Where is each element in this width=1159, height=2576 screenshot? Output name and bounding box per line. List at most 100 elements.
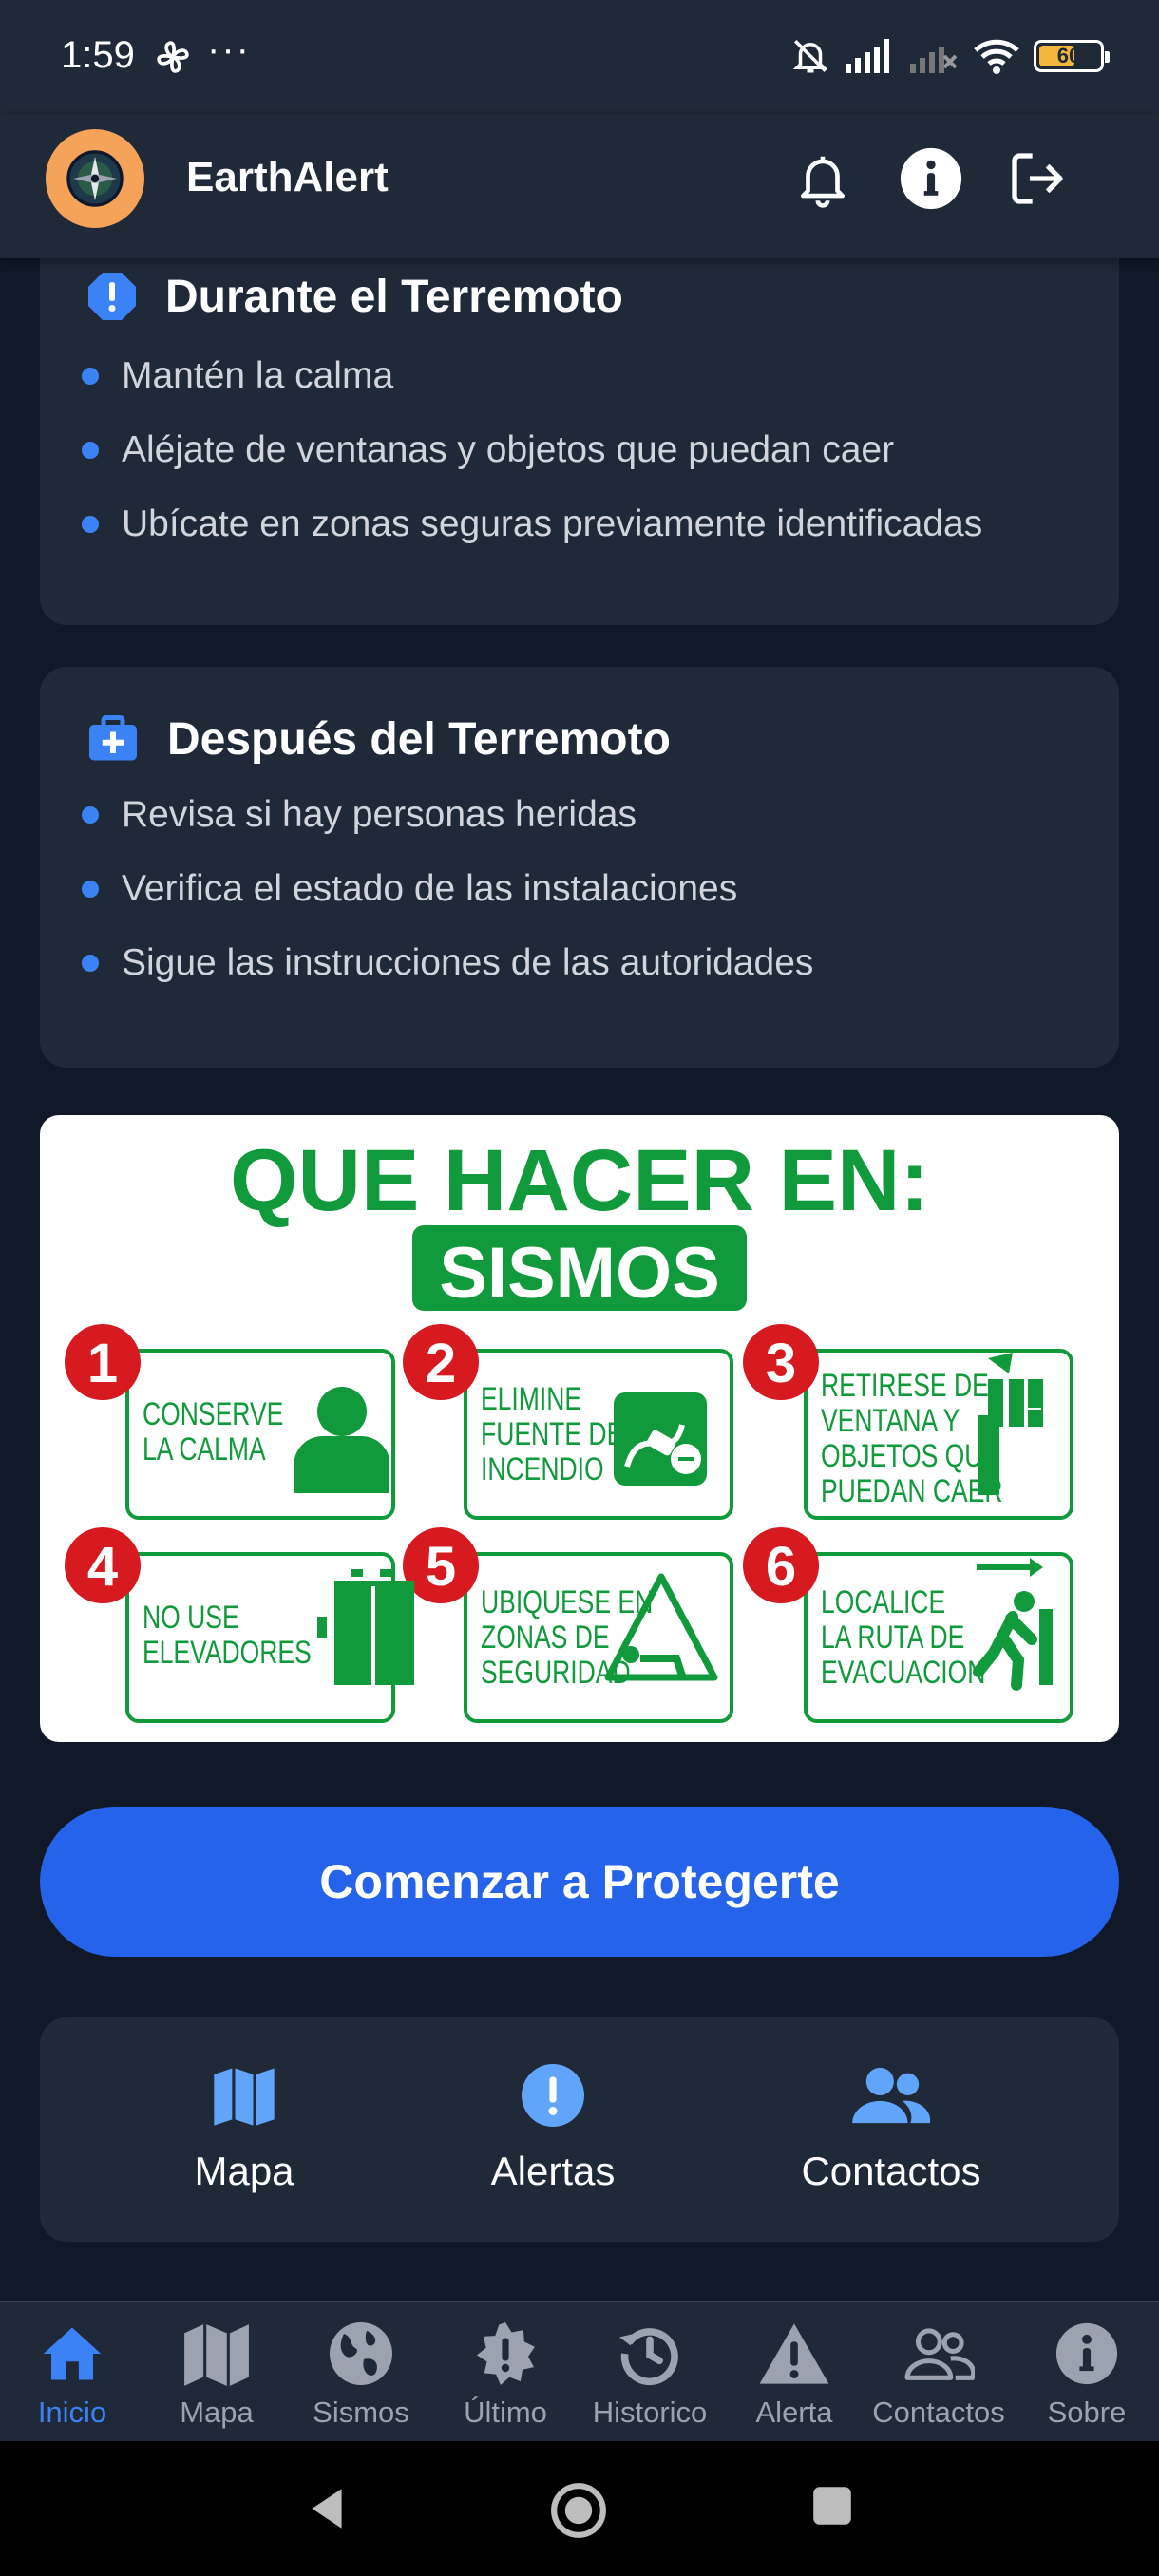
list-item: Sigue las instrucciones de las autoridad… xyxy=(82,942,813,984)
app-title: EarthAlert xyxy=(186,154,389,200)
poster-step-text: UBIQUESE EN xyxy=(481,1584,653,1620)
content-scroll[interactable]: Durante el Terremoto Mantén la calma Alé… xyxy=(0,258,1159,2301)
nav-label: Último xyxy=(464,2396,547,2429)
users-outline-icon xyxy=(904,2328,975,2380)
battery-percent: 60 xyxy=(1056,44,1081,67)
poster-step-text: RETIRESE DE xyxy=(821,1368,989,1404)
poster-step-text: NO USE xyxy=(142,1600,239,1636)
status-overflow-dots: ··· xyxy=(207,28,251,70)
info-circle-icon xyxy=(1055,2322,1118,2385)
after-card-title: Después del Terremoto xyxy=(167,713,671,765)
app-logo xyxy=(46,129,144,228)
bell-icon xyxy=(801,156,845,208)
back-icon[interactable] xyxy=(302,2483,352,2534)
status-bar: 1:59 ··· 60 xyxy=(0,0,1159,114)
poster-step-text: PUEDAN CAER xyxy=(821,1473,1003,1509)
nav-item-sobre[interactable]: Sobre xyxy=(1015,2302,1159,2443)
poster-step-number: 3 xyxy=(766,1333,796,1394)
poster-step-number: 6 xyxy=(766,1536,796,1598)
home-icon xyxy=(43,2327,102,2380)
nav-label: Sobre xyxy=(1047,2396,1127,2429)
unplug-icon xyxy=(614,1392,707,1486)
list-item: Ubícate en zonas seguras previamente ide… xyxy=(82,503,982,545)
app-header: EarthAlert xyxy=(0,114,1159,258)
map-icon xyxy=(214,2068,275,2126)
list-item: Revisa si hay personas heridas xyxy=(82,794,636,836)
quick-actions-card: Mapa Alertas Contactos xyxy=(40,2017,1119,2242)
poster-step-text: ZONAS DE xyxy=(481,1619,610,1656)
alert-circle-icon xyxy=(522,2064,584,2127)
poster-step-text: LA RUTA DE xyxy=(821,1619,964,1656)
poster-heading: QUE HACER EN: xyxy=(230,1132,929,1229)
quick-action-label: Alertas xyxy=(490,2149,616,2193)
first-aid-kit-icon xyxy=(89,715,137,761)
compass-globe-icon xyxy=(66,150,124,207)
nav-label: Mapa xyxy=(180,2396,254,2429)
poster-step-text: EVACUACION xyxy=(821,1655,985,1691)
start-protecting-button[interactable]: Comenzar a Protegerte xyxy=(40,1807,1119,1957)
signal-icon xyxy=(846,39,889,73)
system-navigation-bar xyxy=(0,2441,1159,2576)
after-earthquake-card: Después del Terremoto Revisa si hay pers… xyxy=(40,667,1119,1068)
notifications-button[interactable] xyxy=(787,142,859,215)
during-card-title: Durante el Terremoto xyxy=(165,271,623,322)
poster-step-number: 1 xyxy=(87,1333,118,1394)
nav-item-historico[interactable]: Historico xyxy=(578,2302,722,2443)
poster-step-number: 2 xyxy=(426,1333,456,1394)
signal-off-icon xyxy=(910,47,958,73)
poster-badge: SISMOS xyxy=(439,1233,720,1314)
poster-step-number: 4 xyxy=(87,1536,118,1598)
nav-item-ultimo[interactable]: Último xyxy=(433,2302,578,2443)
users-icon xyxy=(852,2067,931,2124)
burst-alert-icon xyxy=(477,2322,535,2385)
nav-label: Sismos xyxy=(313,2396,409,2429)
nav-label: Historico xyxy=(592,2396,708,2429)
wifi-icon xyxy=(974,39,1019,74)
recents-icon[interactable] xyxy=(811,2485,853,2527)
quick-action-label: Mapa xyxy=(194,2149,294,2193)
poster-step-text: LA CALMA xyxy=(142,1431,266,1468)
poster-step-text: VENTANA Y xyxy=(821,1403,960,1439)
info-icon xyxy=(900,147,962,210)
poster-step-text: ELIMINE xyxy=(481,1381,581,1417)
poster-step-text: OBJETOS QUE xyxy=(821,1438,999,1474)
quick-action-map[interactable]: Mapa xyxy=(163,2017,325,2242)
earthquake-safety-poster: QUE HACER EN: SISMOS 1 CONSERVE LA CALMA 2 E… xyxy=(40,1115,1119,1742)
poster-step-text: ELEVADORES xyxy=(142,1635,312,1671)
alert-hexagon-icon xyxy=(88,273,136,320)
nav-label: Contactos xyxy=(872,2396,1005,2429)
list-item: Mantén la calma xyxy=(82,355,393,397)
nav-item-mapa[interactable]: Mapa xyxy=(144,2302,289,2443)
home-circle-icon[interactable] xyxy=(549,2481,608,2540)
quick-action-contacts[interactable]: Contactos xyxy=(777,2017,1005,2242)
list-item: Verifica el estado de las instalaciones xyxy=(82,868,737,910)
poster-step-text: FUENTE DE xyxy=(481,1416,623,1452)
poster-illustration: QUE HACER EN: SISMOS 1CONSERVELA CALMA2E… xyxy=(65,1132,1074,1723)
list-item: Aléjate de ventanas y objetos que puedan… xyxy=(82,429,894,471)
poster-step-text: CONSERVE xyxy=(142,1396,283,1432)
history-icon xyxy=(618,2328,678,2386)
info-button[interactable] xyxy=(895,142,967,215)
nav-label: Inicio xyxy=(37,2396,107,2429)
poster-step-text: INCENDIO xyxy=(481,1451,604,1487)
nav-item-inicio[interactable]: Inicio xyxy=(0,2302,144,2443)
logout-icon xyxy=(1012,153,1063,204)
warning-triangle-icon xyxy=(759,2323,829,2384)
bottom-navigation: Inicio Mapa Sismos Último Historico Aler… xyxy=(0,2301,1159,2441)
nav-item-alerta[interactable]: Alerta xyxy=(722,2302,866,2443)
nav-item-sismos[interactable]: Sismos xyxy=(289,2302,433,2443)
during-earthquake-card: Durante el Terremoto Mantén la calma Alé… xyxy=(40,258,1119,625)
quick-action-alerts[interactable]: Alertas xyxy=(458,2017,648,2242)
poster-step-number: 5 xyxy=(426,1536,456,1598)
quick-action-label: Contactos xyxy=(801,2149,981,2193)
globe-icon xyxy=(330,2322,392,2385)
map-icon xyxy=(184,2324,249,2386)
poster-step-text: LOCALICE xyxy=(821,1584,945,1620)
nav-label: Alerta xyxy=(755,2396,833,2429)
bell-muted-icon xyxy=(792,40,828,73)
nav-item-contactos[interactable]: Contactos xyxy=(866,2302,1011,2443)
status-time: 1:59 xyxy=(61,34,135,76)
battery-icon: 60 xyxy=(1034,40,1110,72)
fan-icon xyxy=(157,41,189,73)
logout-button[interactable] xyxy=(1001,142,1074,215)
